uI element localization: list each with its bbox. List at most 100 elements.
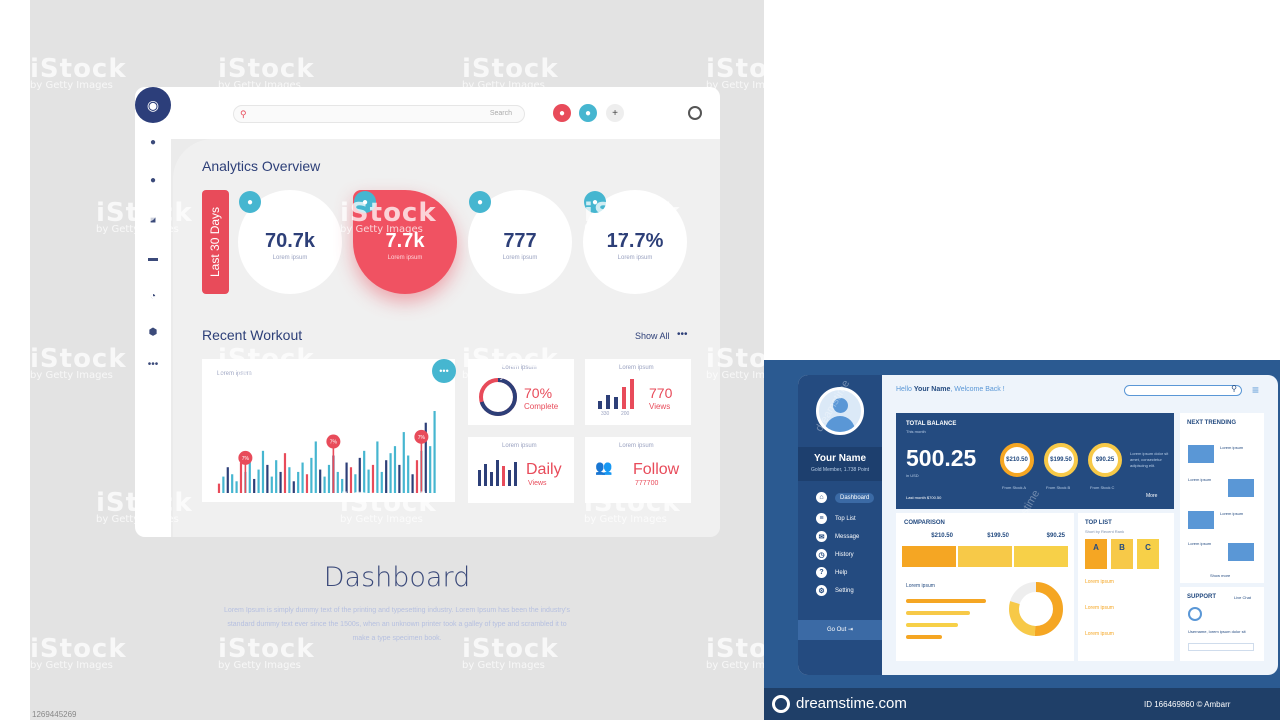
logo-icon[interactable]: ◉ bbox=[135, 87, 171, 123]
go-out-button[interactable]: Go Out ⇥ bbox=[798, 620, 882, 640]
complete-label: Complete bbox=[524, 402, 559, 411]
progress-bar bbox=[906, 611, 970, 615]
nav-setting[interactable]: ⚙ Setting bbox=[816, 585, 854, 596]
toplist-title: TOP LIST bbox=[1085, 520, 1112, 526]
support-input[interactable] bbox=[1188, 643, 1254, 651]
chart-bar bbox=[222, 476, 225, 493]
chart-bar bbox=[345, 462, 348, 493]
watermark: iStock by Getty Images bbox=[462, 54, 559, 91]
balance-sub: This month bbox=[906, 429, 926, 434]
chart-marker-line bbox=[420, 436, 423, 493]
balance-note: Lorem ipsum dolor sit amet, consectetur … bbox=[1130, 451, 1169, 468]
nav-dashboard[interactable]: ⌂ Dashboard bbox=[816, 492, 875, 503]
chart-bar bbox=[292, 481, 295, 493]
watermark: iStock by Getty Images bbox=[30, 54, 127, 91]
chart-bar bbox=[297, 471, 300, 493]
profile-sub: Gold Member, 1.738 Point bbox=[810, 467, 870, 473]
trend-chart bbox=[1228, 543, 1254, 561]
trending-title: NEXT TRENDING bbox=[1187, 420, 1237, 426]
follow-card[interactable]: Lorem ipsum 👥 Follow 777700 bbox=[585, 437, 691, 503]
menu-icon[interactable]: ≡ bbox=[1252, 383, 1259, 397]
stat-label: Lorem ipsum bbox=[502, 255, 538, 261]
ring-stock-c: $90.25 bbox=[1088, 443, 1122, 477]
chart-bar bbox=[376, 441, 379, 493]
daily-card[interactable]: Lorem ipsum Daily Views bbox=[468, 437, 574, 503]
settings-icon[interactable]: ⬢ bbox=[147, 327, 159, 339]
chart-bar bbox=[288, 467, 291, 493]
complete-card[interactable]: Lorem ipsum 70% Complete bbox=[468, 359, 574, 425]
dashboard-window: Your Name Gold Member, 1.738 Point ⌂ Dash… bbox=[798, 375, 1278, 675]
clock-icon[interactable]: ◔ bbox=[147, 291, 159, 303]
search-input[interactable]: ⚲ bbox=[1124, 384, 1242, 396]
stat-label: Lorem ipsum bbox=[387, 255, 423, 261]
views-value: 770 bbox=[649, 385, 673, 401]
nav-top-list[interactable]: ≡ Top List bbox=[816, 513, 856, 524]
dreamstime-panel: Your Name Gold Member, 1.738 Point ⌂ Dash… bbox=[764, 360, 1280, 720]
balance-foot: Last month $700.50 bbox=[906, 495, 942, 500]
chart-bar bbox=[407, 455, 410, 493]
top-list-card: TOP LIST Short by Recent Rank A B C Lore… bbox=[1078, 513, 1174, 661]
show-all-link[interactable]: Show All bbox=[635, 331, 670, 341]
more-link[interactable]: More bbox=[1146, 493, 1157, 499]
recent-workout-title: Recent Workout bbox=[202, 327, 303, 343]
chart-bar bbox=[380, 471, 383, 493]
support-status[interactable]: Live Chat bbox=[1234, 595, 1251, 600]
document-icon[interactable]: ■ bbox=[147, 215, 159, 227]
notification-button[interactable]: ● bbox=[553, 104, 571, 122]
power-icon[interactable] bbox=[688, 106, 702, 120]
profile-button[interactable]: ● bbox=[579, 104, 597, 122]
trend-chart bbox=[1228, 479, 1254, 497]
card-caption: Lorem ipsum bbox=[502, 443, 537, 449]
chart-bar bbox=[367, 469, 370, 493]
chart-bar bbox=[398, 464, 401, 493]
views-card[interactable]: Lorem ipsum 330 200 770 Views bbox=[585, 359, 691, 425]
comparison-card: COMPARISON $210.50 $199.50 $90.25 Lorem … bbox=[896, 513, 1074, 661]
chart-bar bbox=[341, 478, 344, 493]
more-icon[interactable]: ••• bbox=[677, 329, 688, 340]
progress-ring-icon bbox=[479, 378, 517, 416]
toplist-item: Lorem ipsum bbox=[1085, 605, 1114, 611]
nav-help[interactable]: ? Help bbox=[816, 567, 847, 578]
more-icon[interactable]: ••• bbox=[147, 359, 159, 371]
chart-bar bbox=[301, 462, 304, 493]
caption-title: Dashboard bbox=[323, 562, 471, 593]
toplist-col: C bbox=[1137, 539, 1159, 569]
stat-value: 7.7k bbox=[385, 230, 425, 252]
user-icon: ● bbox=[239, 191, 261, 213]
search-icon: ⚲ bbox=[240, 109, 247, 119]
chart-bar bbox=[411, 474, 414, 493]
chat-icon[interactable]: ● bbox=[147, 175, 159, 187]
nav-history[interactable]: ◷ History bbox=[816, 549, 854, 560]
analytics-title: Analytics Overview bbox=[202, 158, 321, 174]
card-caption: Lorem ipsum bbox=[502, 365, 537, 371]
search-placeholder: Search bbox=[489, 110, 512, 117]
chart-bar bbox=[354, 474, 357, 493]
daily-value: Daily bbox=[526, 461, 562, 478]
support-avatar bbox=[1188, 607, 1202, 621]
chart-marker-label: 7% bbox=[242, 456, 250, 462]
nav-message[interactable]: ✉ Message bbox=[816, 531, 859, 542]
stat-value: 70.7k bbox=[264, 230, 316, 252]
more-icon[interactable]: ••• bbox=[432, 359, 456, 383]
search-input[interactable]: ⚲ Search bbox=[233, 105, 525, 123]
ring-stock-a: $210.50 bbox=[1000, 443, 1034, 477]
ring-stock-b: $199.50 bbox=[1044, 443, 1078, 477]
chart-bar bbox=[253, 478, 256, 493]
chart-bar bbox=[415, 460, 419, 493]
user-icon[interactable]: ● bbox=[147, 137, 159, 149]
chart-bar bbox=[389, 453, 392, 493]
follow-value: Follow bbox=[633, 461, 680, 478]
show-more-link[interactable]: Show more bbox=[1210, 573, 1230, 578]
support-text: Username, lorem ipsum dolor sit bbox=[1188, 629, 1246, 634]
calendar-icon[interactable]: ▬ bbox=[147, 253, 159, 265]
list-icon: ≡ bbox=[816, 513, 827, 524]
chart-marker-label: 7% bbox=[330, 440, 338, 446]
sidebar: Your Name Gold Member, 1.738 Point ⌂ Dash… bbox=[798, 375, 882, 675]
period-tab[interactable]: Last 30 Days bbox=[202, 190, 229, 294]
chart-bar bbox=[310, 457, 313, 493]
greeting: Hello Your Name, Welcome Back ! bbox=[896, 386, 1005, 393]
add-button[interactable]: + bbox=[606, 104, 624, 122]
watermark: iStock by Getty Images bbox=[218, 54, 315, 91]
balance-value: 500.25 bbox=[906, 445, 977, 471]
chart-bar bbox=[257, 469, 260, 493]
